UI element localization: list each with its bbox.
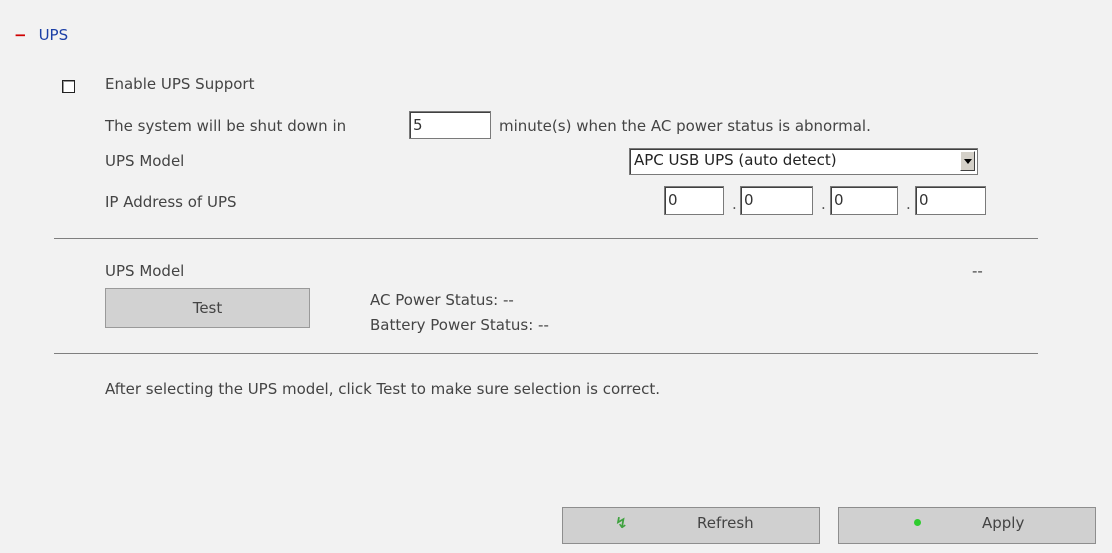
hint-text: After selecting the UPS model, click Tes… (105, 380, 661, 398)
ups-section-header[interactable]: − UPS (14, 26, 68, 44)
refresh-button[interactable]: ↯ Refresh (562, 507, 820, 544)
chevron-down-icon[interactable] (960, 151, 975, 171)
ip-octet-2-input[interactable]: 0 (740, 186, 813, 215)
test-button[interactable]: Test (105, 288, 310, 328)
section-title: UPS (38, 26, 69, 44)
refresh-button-label: Refresh (697, 514, 754, 532)
ups-model-selected-value: APC USB UPS (auto detect) (634, 151, 837, 169)
apply-button[interactable]: Apply (838, 507, 1096, 544)
status-ups-model-label: UPS Model (105, 262, 185, 280)
ip-separator: . (821, 195, 826, 213)
divider (54, 238, 1038, 239)
ip-address-label: IP Address of UPS (105, 193, 237, 211)
ip-octet-1-input[interactable]: 0 (664, 186, 724, 215)
divider (54, 353, 1038, 354)
battery-power-status: Battery Power Status: -- (370, 316, 549, 334)
apply-button-label: Apply (982, 514, 1025, 532)
shutdown-prefix-text: The system will be shut down in (105, 117, 347, 135)
ups-model-label: UPS Model (105, 152, 185, 170)
ip-separator: . (906, 195, 911, 213)
ip-octet-3-input[interactable]: 0 (830, 186, 898, 215)
enable-ups-label: Enable UPS Support (105, 75, 255, 93)
ip-separator: . (732, 195, 737, 213)
shutdown-suffix-text: minute(s) when the AC power status is ab… (499, 117, 871, 135)
ups-model-select[interactable]: APC USB UPS (auto detect) (629, 148, 978, 175)
shutdown-minutes-input[interactable]: 5 (409, 111, 491, 139)
collapse-icon[interactable]: − (14, 26, 27, 44)
enable-ups-checkbox[interactable] (62, 80, 75, 93)
status-ups-model-value: -- (972, 262, 983, 280)
ip-octet-4-input[interactable]: 0 (915, 186, 986, 215)
refresh-icon: ↯ (615, 514, 628, 532)
ac-power-status: AC Power Status: -- (370, 291, 514, 309)
apply-dot-icon (914, 519, 921, 526)
